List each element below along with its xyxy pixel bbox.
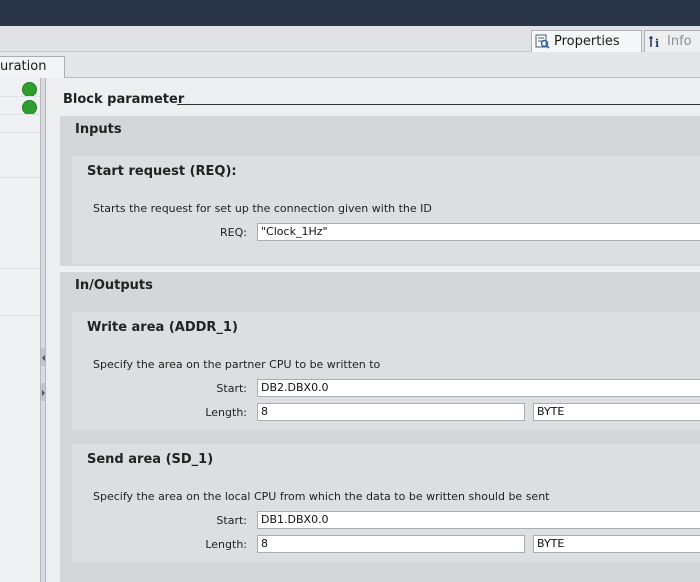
row-divider: [0, 268, 40, 269]
expand-right-icon[interactable]: [42, 390, 45, 396]
write-length-field[interactable]: 8: [257, 403, 525, 421]
write-area-title: Write area (ADDR_1): [87, 320, 238, 335]
check-icon: [22, 100, 37, 115]
send-area-group: Send area (SD_1) Specify the area on the…: [72, 444, 700, 562]
title-bar: [0, 0, 700, 26]
tab-configuration-label: uration: [0, 59, 47, 74]
page-title: Block parameter: [63, 92, 185, 107]
send-start-field[interactable]: DB1.DBX0.0: [257, 511, 700, 529]
heading-divider: [177, 104, 700, 105]
send-area-description: Specify the area on the local CPU from w…: [93, 490, 550, 503]
row-divider: [0, 315, 40, 316]
properties-icon: [535, 34, 550, 49]
write-length-label: Length:: [205, 406, 247, 419]
check-icon: [22, 82, 37, 97]
svg-text:i: i: [655, 37, 659, 49]
req-label: REQ:: [220, 226, 247, 239]
req-field[interactable]: "Clock_1Hz": [257, 223, 700, 241]
write-type-select[interactable]: BYTE: [533, 403, 700, 421]
start-request-group: Start request (REQ): Starts the request …: [72, 156, 700, 264]
collapse-left-icon[interactable]: [42, 355, 45, 361]
editor-tab-bar: uration: [0, 52, 700, 79]
properties-content: Block parameter Inputs Start request (RE…: [47, 78, 700, 582]
send-type-select[interactable]: BYTE: [533, 535, 700, 553]
row-divider: [0, 114, 40, 115]
tab-configuration[interactable]: uration: [0, 56, 65, 79]
send-length-field[interactable]: 8: [257, 535, 525, 553]
info-icon: i: [648, 34, 663, 50]
write-start-label: Start:: [216, 382, 247, 395]
tab-info[interactable]: i Info: [644, 30, 700, 52]
send-area-title: Send area (SD_1): [87, 452, 214, 467]
panel-splitter[interactable]: [40, 78, 46, 582]
write-start-field[interactable]: DB2.DBX0.0: [257, 379, 700, 397]
write-area-group: Write area (ADDR_1) Specify the area on …: [72, 312, 700, 430]
inputs-section: Inputs Start request (REQ): Starts the r…: [60, 116, 700, 266]
inspector-tab-strip: Properties i Info: [0, 26, 700, 52]
tab-info-label: Info: [667, 34, 692, 49]
send-length-label: Length:: [205, 538, 247, 551]
inoutputs-section-title: In/Outputs: [75, 278, 153, 293]
write-area-description: Specify the area on the partner CPU to b…: [93, 358, 381, 371]
tab-properties[interactable]: Properties: [531, 30, 642, 52]
row-divider: [0, 96, 40, 97]
row-divider: [0, 132, 40, 133]
inoutputs-section: In/Outputs Write area (ADDR_1) Specify t…: [60, 272, 700, 582]
send-start-label: Start:: [216, 514, 247, 527]
inputs-section-title: Inputs: [75, 122, 122, 137]
start-request-title: Start request (REQ):: [87, 164, 237, 179]
tab-properties-label: Properties: [554, 34, 620, 49]
navigation-panel: [0, 78, 40, 582]
row-divider: [0, 177, 40, 178]
start-request-description: Starts the request for set up the connec…: [93, 202, 432, 215]
